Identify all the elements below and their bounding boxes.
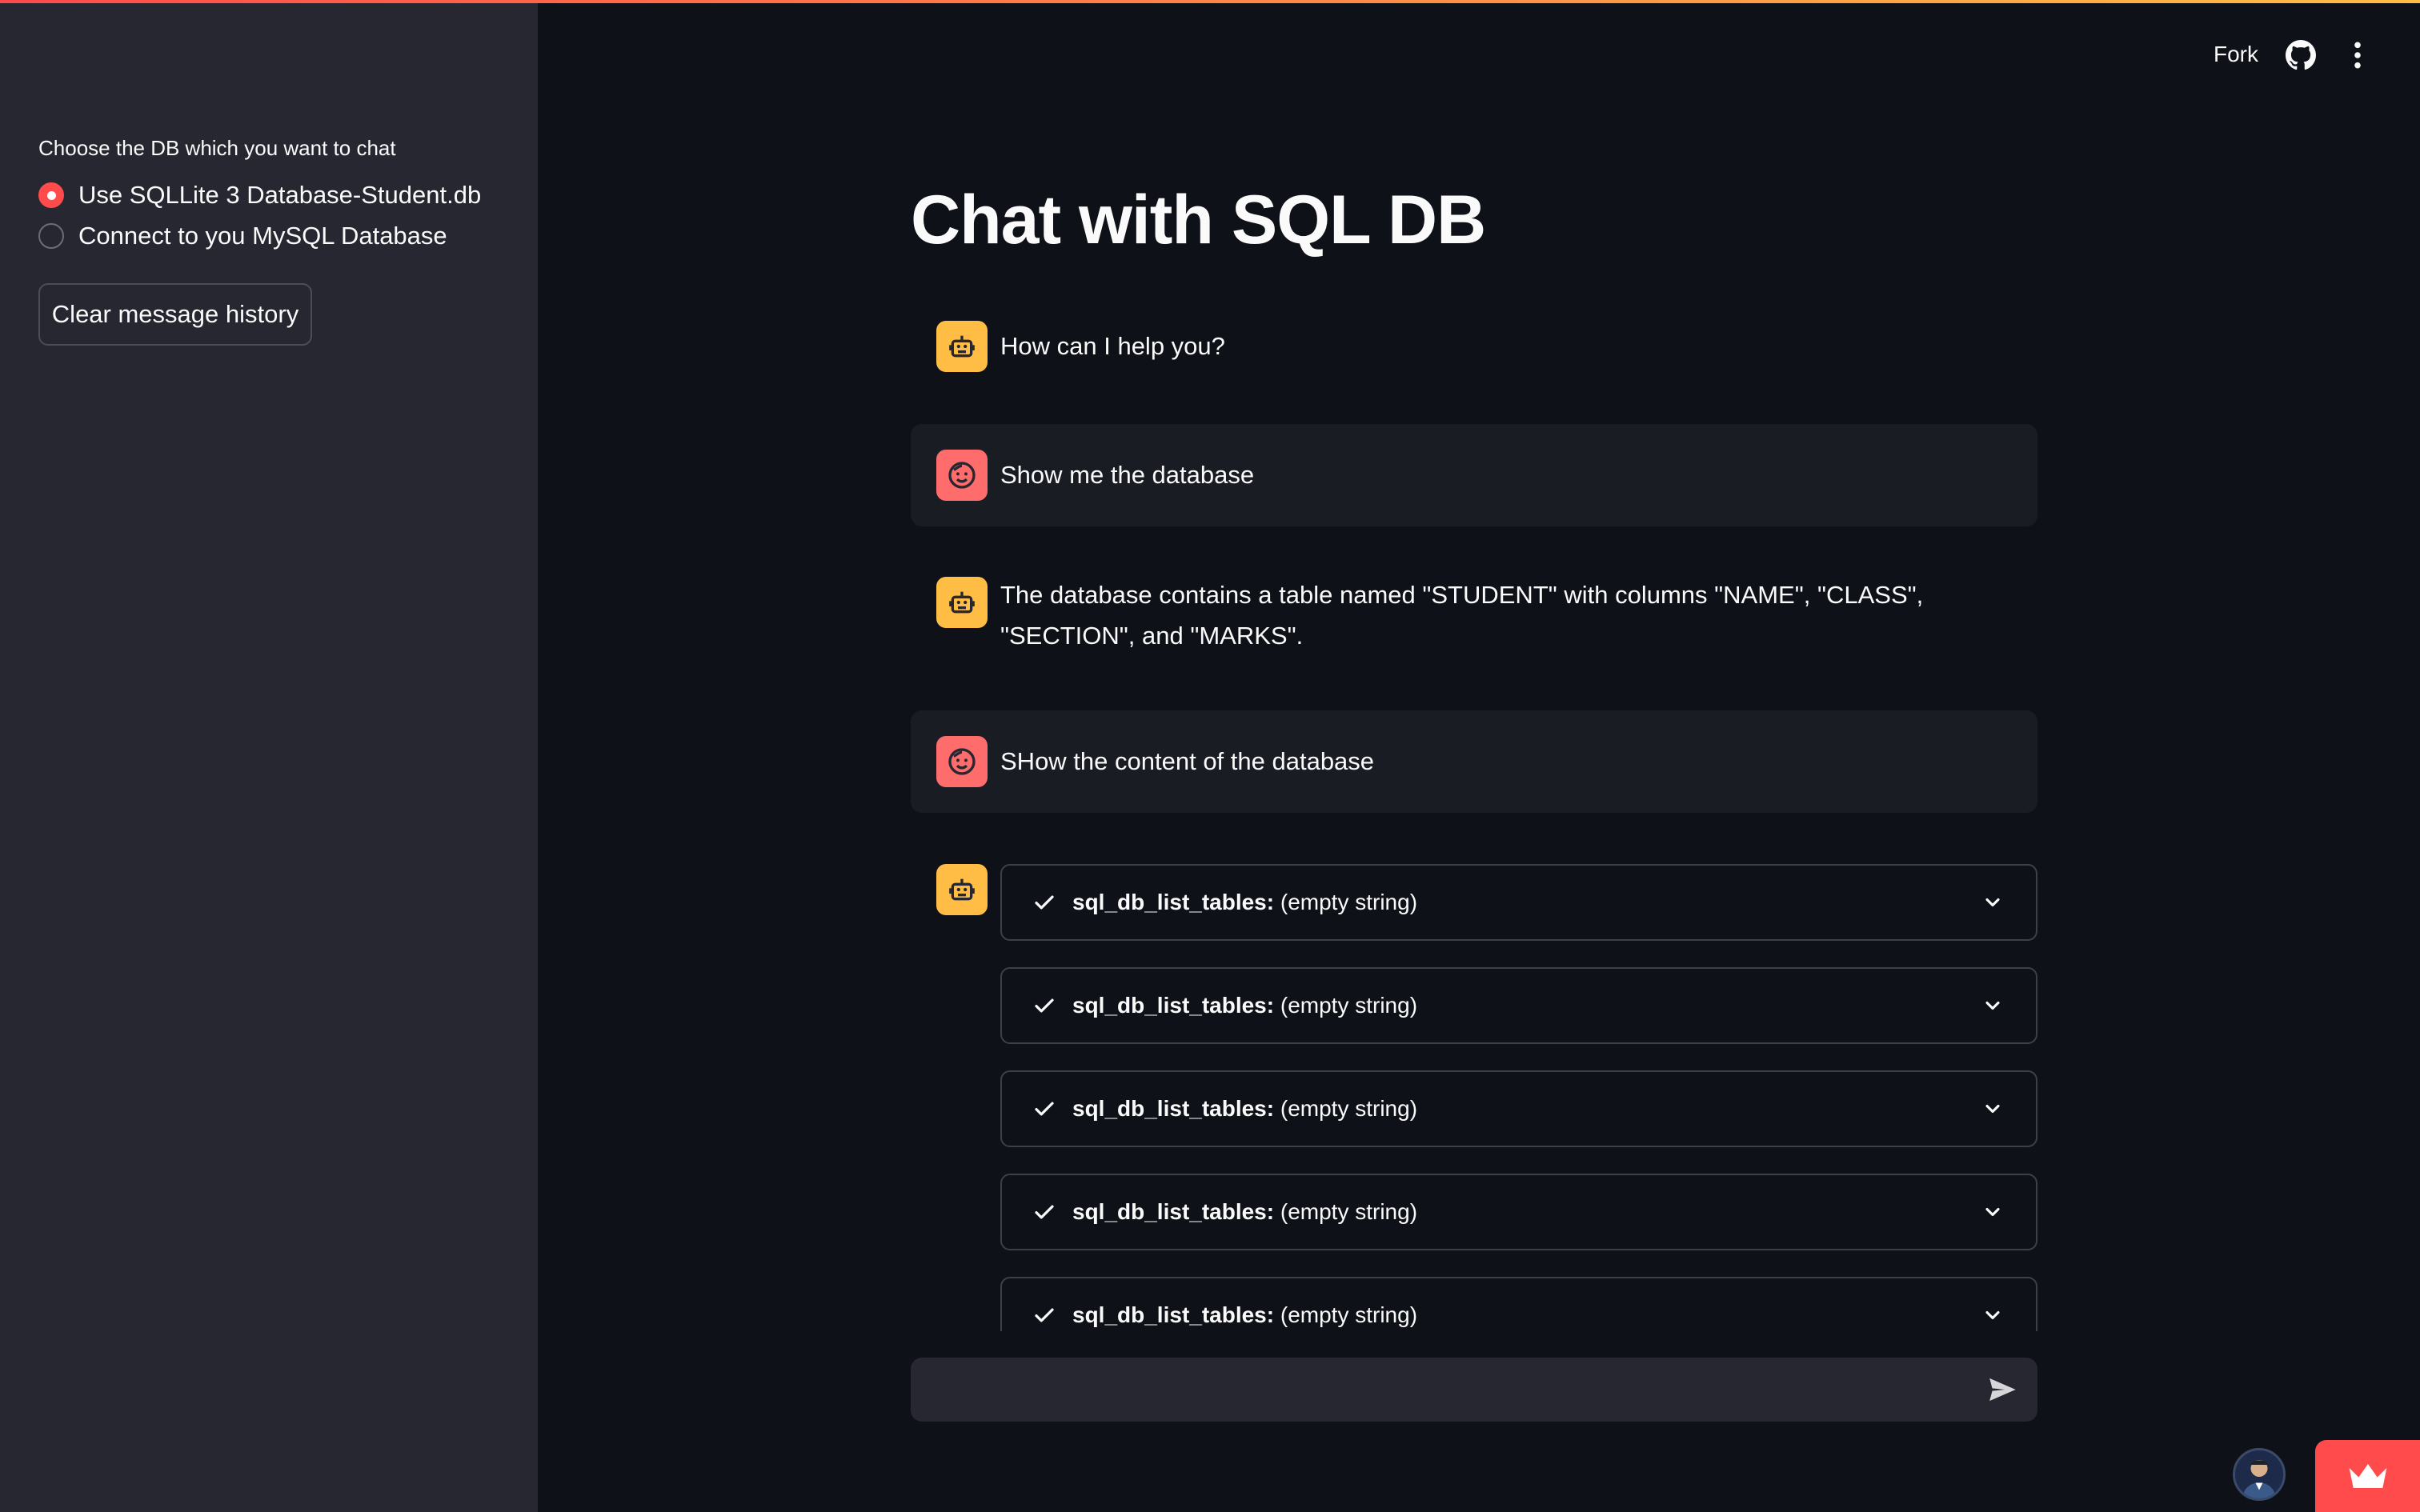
chat-message-user: SHow the content of the database: [911, 710, 2037, 813]
check-icon: [1035, 998, 1054, 1013]
fork-button[interactable]: Fork: [2214, 42, 2258, 67]
chevron-down-icon[interactable]: [1981, 891, 2004, 914]
chevron-down-icon[interactable]: [1981, 1098, 2004, 1120]
crown-icon[interactable]: [2315, 1440, 2420, 1512]
more-vertical-icon[interactable]: [2346, 40, 2369, 70]
chat-input[interactable]: [930, 1358, 1973, 1423]
chevron-down-icon[interactable]: [1981, 1201, 2004, 1223]
radio-label-sqlite: Use SQLLite 3 Database-Student.db: [78, 181, 482, 209]
tool-call-expander[interactable]: sql_db_list_tables: (empty string): [1000, 864, 2037, 941]
smiley-face-icon: [936, 450, 988, 501]
tool-call-label: sql_db_list_tables: (empty string): [1072, 1199, 1418, 1224]
radio-button-unselected[interactable]: [38, 223, 64, 249]
chat-message-assistant: How can I help you?: [911, 318, 2037, 374]
page-title: Chat with SQL DB: [911, 182, 1486, 258]
message-text: SHow the content of the database: [1000, 747, 1375, 775]
message-text: How can I help you?: [1000, 332, 1225, 360]
chat-message-user: Show me the database: [911, 424, 2037, 526]
message-text: The database contains a table named "STU…: [1000, 581, 1924, 650]
smiley-face-icon: [936, 736, 988, 787]
github-icon[interactable]: [2286, 40, 2316, 70]
check-icon: [1035, 1102, 1054, 1116]
radio-option-sqlite[interactable]: Use SQLLite 3 Database-Student.db: [38, 181, 481, 210]
tool-call-label: sql_db_list_tables: (empty string): [1072, 1096, 1418, 1121]
tool-call-expander[interactable]: sql_db_list_tables: (empty string): [1000, 1277, 2037, 1331]
robot-icon: [936, 321, 988, 372]
chat-message-assistant-tools: sql_db_list_tables: (empty string) sql_d…: [911, 864, 2037, 1331]
sidebar: Choose the DB which you want to chat Use…: [0, 3, 538, 1512]
creator-avatar[interactable]: [2233, 1448, 2286, 1501]
radio-button-selected[interactable]: [38, 182, 64, 208]
check-icon: [1035, 1308, 1054, 1322]
check-icon: [1035, 895, 1054, 910]
chevron-down-icon[interactable]: [1981, 994, 2004, 1017]
clear-history-button[interactable]: Clear message history: [38, 283, 312, 346]
message-text: Show me the database: [1000, 461, 1255, 489]
chat-message-assistant: The database contains a table named "STU…: [911, 574, 2037, 662]
chevron-down-icon[interactable]: [1981, 1304, 2004, 1326]
robot-icon: [936, 577, 988, 628]
check-icon: [1035, 1205, 1054, 1219]
tool-call-label: sql_db_list_tables: (empty string): [1072, 890, 1418, 914]
tool-call-expander[interactable]: sql_db_list_tables: (empty string): [1000, 1070, 2037, 1147]
radio-label-mysql: Connect to you MySQL Database: [78, 222, 447, 250]
chat-input-container: [911, 1358, 2037, 1423]
send-icon[interactable]: [1986, 1374, 2018, 1406]
tool-call-expander[interactable]: sql_db_list_tables: (empty string): [1000, 1174, 2037, 1250]
tool-call-expander[interactable]: sql_db_list_tables: (empty string): [1000, 967, 2037, 1044]
tool-call-label: sql_db_list_tables: (empty string): [1072, 993, 1418, 1018]
tool-call-label: sql_db_list_tables: (empty string): [1072, 1302, 1418, 1327]
db-choice-label: Choose the DB which you want to chat: [38, 136, 396, 160]
radio-option-mysql[interactable]: Connect to you MySQL Database: [38, 222, 447, 250]
robot-icon: [936, 864, 988, 915]
